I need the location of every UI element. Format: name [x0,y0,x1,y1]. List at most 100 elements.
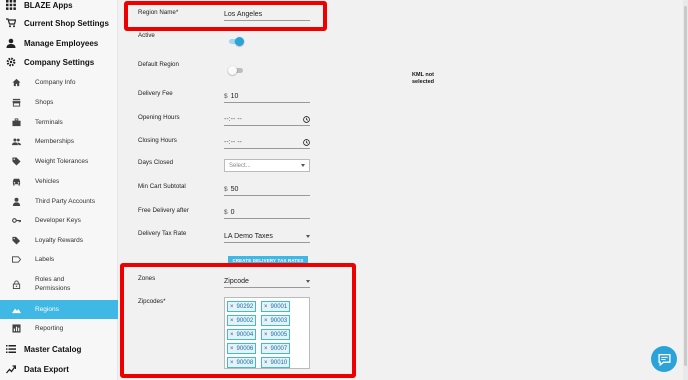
min-cart-label: Min Cart Subtotal [138,183,186,190]
sidebar-item-label: Data Export [24,364,69,374]
sidebar-item-current-shop-settings[interactable]: Current Shop Settings [6,18,109,28]
kml-status: KML not selected [412,72,434,86]
min-cart-field[interactable]: $ 50 [224,183,310,196]
tag-icon [12,157,21,166]
kml-status-line2: selected [412,79,435,85]
opening-hours-label: Opening Hours [138,114,180,121]
sidebar-item-label: Manage Employees [24,38,99,48]
sidebar-item-labels[interactable]: Labels [12,255,54,264]
people-icon [12,137,21,146]
tax-rate-select[interactable]: LA Demo Taxes [224,230,310,243]
sidebar-item-label: Shops [35,99,54,106]
sidebar-item-label: Regions [35,306,59,313]
sidebar-item-label: Reporting [35,325,64,332]
scrollbar[interactable] [683,0,688,380]
gear-icon [6,57,16,67]
days-closed-select[interactable]: Select... [224,159,310,172]
active-toggle[interactable] [228,37,244,46]
terrain-icon [12,305,21,314]
sidebar-item-label: Roles and Permissions [35,276,71,292]
clock-icon[interactable] [303,138,310,146]
sidebar-item-label: Vehicles [35,178,60,185]
closing-hours-value: --:-- -- [224,138,242,146]
highlight-box-region-name [124,1,327,31]
sidebar-item-data-export[interactable]: Data Export [6,364,69,374]
label-icon [12,255,22,264]
cart-icon [6,18,17,28]
sidebar-item-developer-keys[interactable]: Developer Keys [12,216,81,225]
sidebar-item-label: Current Shop Settings [24,18,109,28]
sidebar-item-label: Terminals [35,119,63,126]
default-region-label: Default Region [138,61,179,68]
highlight-box-zones [120,263,356,378]
person-icon [6,38,16,48]
delivery-fee-label: Delivery Fee [138,90,173,97]
list-icon [6,344,16,354]
currency-prefix: $ [224,185,228,193]
store-icon [12,98,21,107]
chat-icon [657,353,671,366]
kml-status-line1: KML not [412,72,434,78]
days-closed-label: Days Closed [138,159,174,166]
default-region-toggle[interactable] [228,66,244,75]
toggle-thumb [235,37,244,46]
home-icon [12,78,21,87]
sidebar-item-third-party-accounts[interactable]: Third Party Accounts [12,197,95,206]
sidebar-item-reporting[interactable]: Reporting [12,324,63,333]
active-label: Active [138,32,155,39]
sidebar-item-label: Developer Keys [35,217,81,224]
sidebar-item-label: Third Party Accounts [35,198,95,205]
sidebar-item-regions[interactable]: Regions [12,305,59,314]
closing-hours-field[interactable]: --:-- -- [224,136,310,149]
free-delivery-field[interactable]: $ 0 [224,206,310,219]
sidebar-item-label: Loyalty Rewards [35,237,84,244]
person-icon [12,197,21,206]
currency-prefix: $ [224,92,228,100]
tax-rate-label: Delivery Tax Rate [138,230,187,237]
clock-icon[interactable] [303,115,310,123]
lock-icon [12,279,21,289]
sidebar-item-label: Labels [35,256,55,263]
chevron-down-icon [306,234,310,238]
opening-hours-value: --:-- -- [224,115,242,123]
grid-icon [6,0,16,10]
sidebar-item-shops[interactable]: Shops [12,98,53,107]
sidebar-item-terminals[interactable]: Terminals [12,118,63,127]
currency-prefix: $ [224,208,228,216]
sidebar-item-blaze-apps[interactable]: BLAZE Apps [6,0,73,10]
sidebar-item-label: BLAZE Apps [24,0,73,10]
sidebar-item-label: Company Info [35,79,76,86]
sidebar-item-loyalty-rewards[interactable]: Loyalty Rewards [12,236,83,245]
sidebar-item-label: Company Settings [24,57,95,67]
sidebar-item-memberships[interactable]: Memberships [12,137,74,146]
sidebar-item-label: Memberships [35,138,75,145]
key-icon [12,216,22,225]
tax-rate-value: LA Demo Taxes [224,232,273,240]
opening-hours-field[interactable]: --:-- -- [224,113,310,126]
min-cart-value: 50 [230,185,239,193]
days-closed-placeholder: Select... [229,162,251,169]
sidebar-item-manage-employees[interactable]: Manage Employees [6,38,98,48]
chevron-down-icon [301,164,305,167]
free-delivery-value: 0 [230,208,235,216]
sidebar-item-weight-tolerances[interactable]: Weight Tolerances [12,157,88,166]
car-icon [12,177,21,186]
toggle-thumb [228,66,237,75]
briefcase-icon [12,118,21,127]
trend-icon [6,364,17,374]
sidebar-item-master-catalog[interactable]: Master Catalog [6,344,81,354]
sidebar-item-vehicles[interactable]: Vehicles [12,177,59,186]
free-delivery-label: Free Delivery after [138,207,189,214]
delivery-fee-field[interactable]: $ 10 [224,90,310,103]
sidebar: BLAZE Apps Current Shop Settings Manage … [0,0,118,380]
scrollbar-thumb[interactable] [684,6,687,366]
sidebar-item-label: Master Catalog [24,344,82,354]
chat-button[interactable] [651,346,677,372]
tags-icon [12,236,21,245]
sidebar-item-company-info[interactable]: Company Info [12,78,75,87]
chart-icon [12,324,21,333]
closing-hours-label: Closing Hours [138,137,177,144]
sidebar-item-roles-and-permissions[interactable]: Roles and Permissions [12,275,81,293]
sidebar-item-company-settings[interactable]: Company Settings [6,57,94,67]
delivery-fee-value: 10 [230,92,239,100]
